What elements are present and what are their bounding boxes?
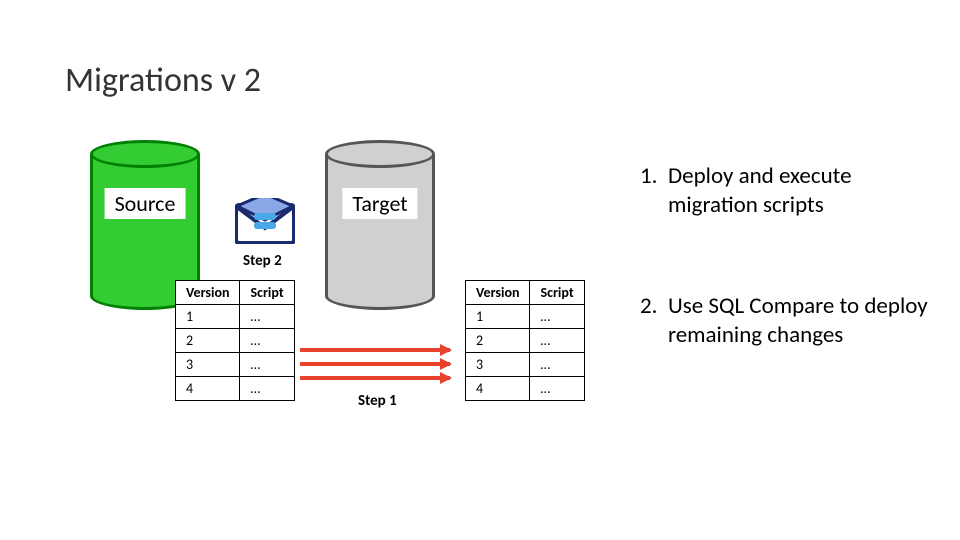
table-row: 1… — [176, 305, 295, 329]
table-row: 4… — [466, 377, 585, 401]
table-row: 2… — [466, 329, 585, 353]
th-script: Script — [530, 281, 584, 305]
list-text: Use SQL Compare to deploy remaining chan… — [668, 292, 940, 350]
list-text: Deploy and execute migration scripts — [668, 162, 940, 220]
list-item: 2. Use SQL Compare to deploy remaining c… — [640, 292, 940, 350]
th-script: Script — [240, 281, 294, 305]
db-source-label: Source — [105, 188, 186, 219]
th-version: Version — [466, 281, 530, 305]
step-2-label: Step 2 — [243, 252, 282, 270]
list-number: 2. — [640, 292, 664, 350]
table-row: 2… — [176, 329, 295, 353]
list-number: 1. — [640, 162, 664, 220]
arrow-red-icon — [300, 376, 450, 380]
table-row: 3… — [176, 353, 295, 377]
arrow-red-icon — [300, 348, 450, 352]
step-1-label: Step 1 — [358, 392, 397, 410]
list-item: 1. Deploy and execute migration scripts — [640, 162, 940, 220]
table-row: 1… — [466, 305, 585, 329]
version-table-left: Version Script 1… 2… 3… 4… — [175, 280, 295, 401]
db-target: Target — [325, 140, 435, 310]
envelope-icon — [235, 198, 295, 244]
db-target-label: Target — [342, 188, 417, 219]
th-version: Version — [176, 281, 240, 305]
arrow-red-icon — [300, 362, 450, 366]
page-title: Migrations v 2 — [65, 60, 261, 101]
table-row: 4… — [176, 377, 295, 401]
version-table-right: Version Script 1… 2… 3… 4… — [465, 280, 585, 401]
table-row: 3… — [466, 353, 585, 377]
